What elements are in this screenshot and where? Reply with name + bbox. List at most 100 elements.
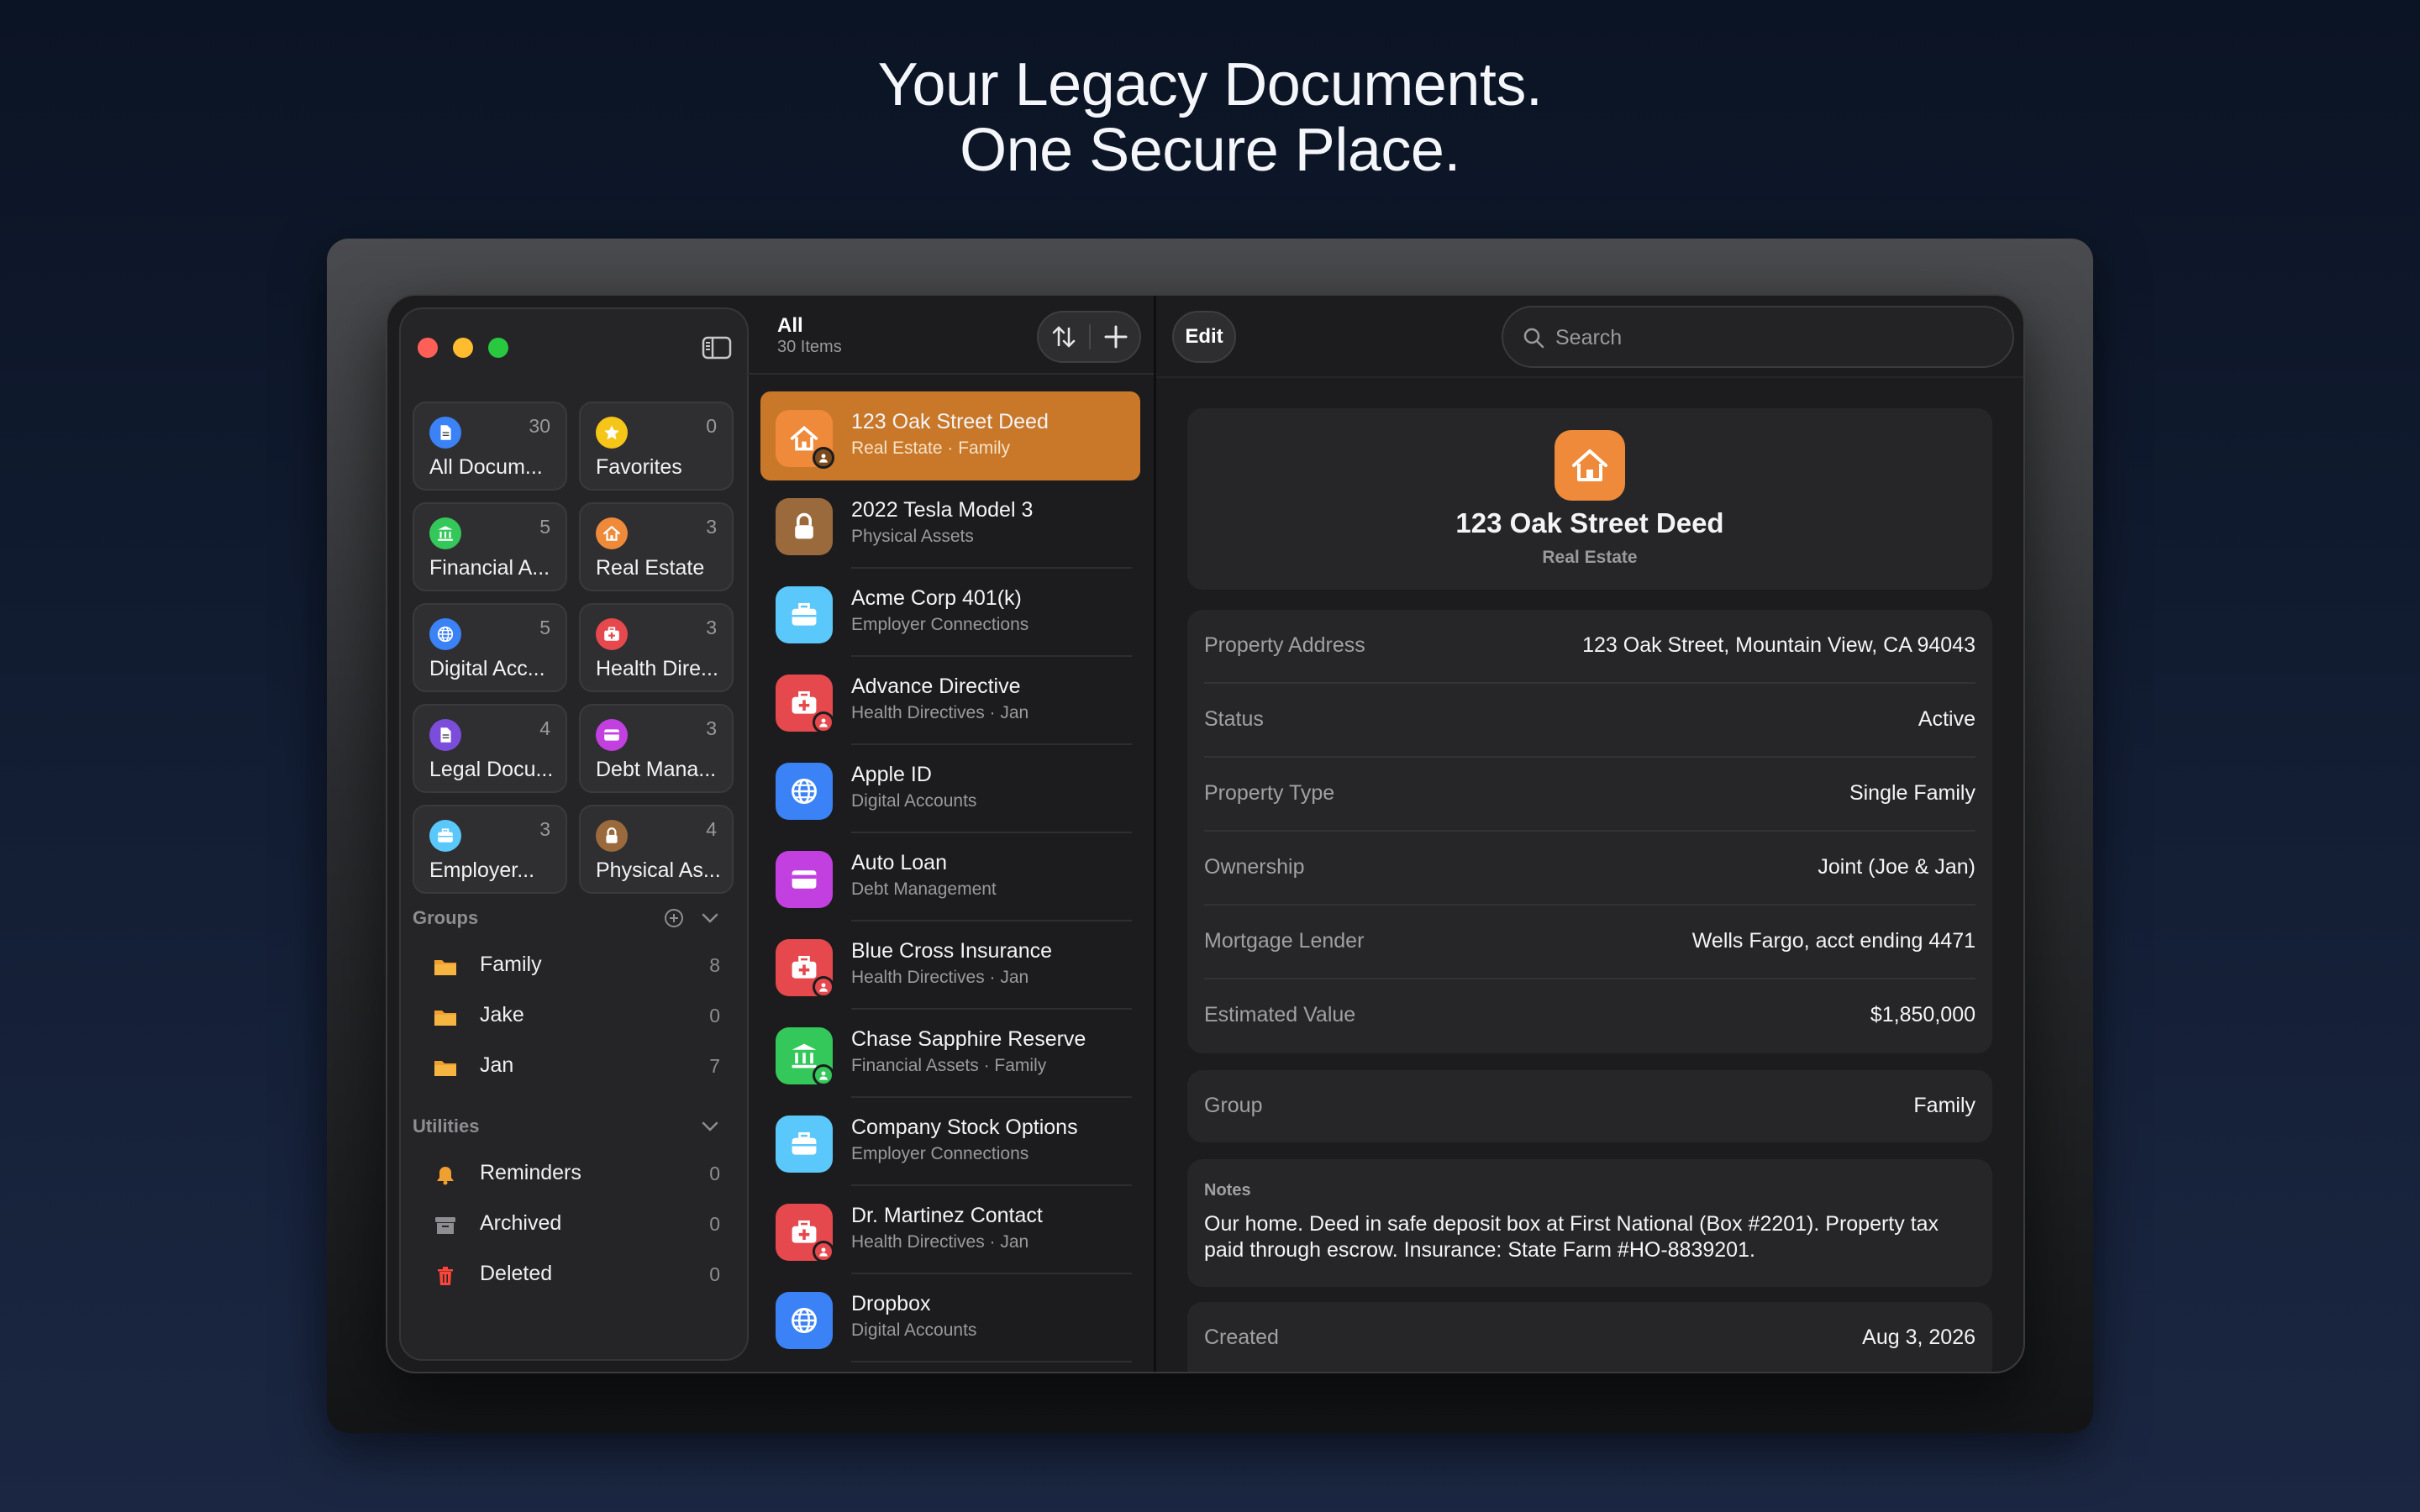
document-list-item[interactable]: Company Stock Options Employer Connectio… <box>760 1097 1140 1186</box>
category-count: 0 <box>706 415 717 437</box>
add-document-button[interactable] <box>1091 312 1141 361</box>
field-value: Single Family <box>1849 781 1975 805</box>
category-card[interactable]: 0 Favorites <box>579 402 734 491</box>
sidebar-toggle-icon <box>702 336 732 360</box>
headline-line-2: One Secure Place. <box>960 117 1460 184</box>
group-row[interactable]: Group Family <box>1187 1070 1992 1142</box>
list-item-count: 30 Items <box>777 338 842 356</box>
category-label: Favorites <box>596 455 682 479</box>
field-key: Property Type <box>1204 781 1335 805</box>
document-list-item[interactable]: Advance Directive Health Directives · Ja… <box>760 656 1140 745</box>
utility-label: Reminders <box>480 1161 581 1184</box>
category-card[interactable]: 3 Health Dire... <box>579 603 734 692</box>
utility-item[interactable]: Deleted 0 <box>421 1250 732 1297</box>
created-card: Created Aug 3, 2026 <box>1187 1302 1992 1372</box>
column-divider <box>1154 296 1156 1372</box>
document-list-item[interactable]: Dr. Martinez Contact Health Directives ·… <box>760 1185 1140 1274</box>
group-count: 0 <box>709 1005 720 1026</box>
category-card[interactable]: 3 Real Estate <box>579 502 734 591</box>
document-item-subtitle: Financial Assets · Family <box>851 1056 1047 1075</box>
category-card[interactable]: 4 Physical As... <box>579 805 734 894</box>
minimize-window-button[interactable] <box>453 338 473 358</box>
document-item-title: 123 Oak Street Deed <box>851 410 1049 433</box>
credit-card-icon <box>776 851 833 908</box>
app-window: 30 All Docum... 0 Favorites 5 Financial … <box>386 294 2025 1373</box>
category-label: Financial A... <box>429 556 550 580</box>
category-card[interactable]: 3 Employer... <box>413 805 567 894</box>
group-label: Jan <box>480 1053 514 1077</box>
category-count: 4 <box>539 717 550 739</box>
search-field[interactable] <box>1502 306 2014 368</box>
document-list-item[interactable]: Acme Corp 401(k) Employer Connections <box>760 568 1140 657</box>
utility-count: 0 <box>709 1163 720 1184</box>
list-header-divider <box>745 373 1157 375</box>
utilities-chevron-down-icon[interactable] <box>700 1119 720 1134</box>
group-item[interactable]: Family 8 <box>421 941 732 988</box>
field-key: Mortgage Lender <box>1204 929 1365 953</box>
group-card: Group Family <box>1187 1070 1992 1142</box>
category-count: 5 <box>539 617 550 638</box>
group-item[interactable]: Jake 0 <box>421 991 732 1038</box>
zoom-window-button[interactable] <box>488 338 508 358</box>
person-icon <box>813 447 834 469</box>
category-card[interactable]: 5 Digital Acc... <box>413 603 567 692</box>
document-list-item[interactable]: Apple ID Digital Accounts <box>760 744 1140 833</box>
document-list-item[interactable]: Chase Sapphire Reserve Financial Assets … <box>760 1009 1140 1098</box>
category-card[interactable]: 30 All Docum... <box>413 402 567 491</box>
plus-icon <box>1104 325 1128 349</box>
medical-kit-icon <box>596 618 628 650</box>
sort-button[interactable] <box>1039 312 1089 361</box>
lock-icon <box>776 498 833 555</box>
document-item-title: Dropbox <box>851 1292 931 1315</box>
field-key: Ownership <box>1204 855 1305 879</box>
search-input[interactable] <box>1554 321 1977 354</box>
document-list-item[interactable]: Dropbox Digital Accounts <box>760 1273 1140 1362</box>
edit-button[interactable]: Edit <box>1172 311 1236 363</box>
person-icon <box>813 711 834 733</box>
utility-label: Archived <box>480 1211 562 1235</box>
sidebar-toggle-button[interactable] <box>702 336 732 360</box>
category-count: 3 <box>706 717 717 739</box>
document-icon <box>429 417 461 449</box>
groups-heading: Groups <box>413 907 479 928</box>
add-group-icon[interactable] <box>663 907 685 929</box>
house-icon <box>1555 430 1625 501</box>
category-count: 3 <box>706 617 717 638</box>
notes-label: Notes <box>1204 1181 1251 1200</box>
document-item-title: Company Stock Options <box>851 1116 1078 1139</box>
utility-item[interactable]: Archived 0 <box>421 1200 732 1247</box>
document-item-subtitle: Health Directives · Jan <box>851 1232 1029 1252</box>
document-list-item[interactable]: 123 Oak Street Deed Real Estate · Family <box>760 391 1140 480</box>
field-value: 123 Oak Street, Mountain View, CA 94043 <box>1582 633 1975 657</box>
document-item-subtitle: Health Directives · Jan <box>851 968 1029 987</box>
field-value: Active <box>1918 707 1975 731</box>
document-item-subtitle: Employer Connections <box>851 615 1029 634</box>
document-category: Real Estate <box>1542 548 1638 567</box>
property-field-row: Status Active <box>1187 684 1992 758</box>
field-key: Status <box>1204 707 1264 731</box>
utility-item[interactable]: Reminders 0 <box>421 1149 732 1196</box>
category-count: 3 <box>539 818 550 840</box>
category-label: Health Dire... <box>596 657 718 680</box>
document-list-item[interactable]: 2022 Tesla Model 3 Physical Assets <box>760 480 1140 569</box>
document-item-title: Acme Corp 401(k) <box>851 586 1022 610</box>
group-item[interactable]: Jan 7 <box>421 1042 732 1089</box>
search-icon <box>1523 328 1544 349</box>
globe-icon <box>776 763 833 820</box>
category-card[interactable]: 4 Legal Docu... <box>413 704 567 793</box>
category-label: Real Estate <box>596 556 705 580</box>
document-list-item[interactable]: Blue Cross Insurance Health Directives ·… <box>760 921 1140 1010</box>
category-label: Physical As... <box>596 858 721 882</box>
star-icon <box>596 417 628 449</box>
category-card[interactable]: 5 Financial A... <box>413 502 567 591</box>
close-window-button[interactable] <box>418 338 438 358</box>
briefcase-icon <box>776 1116 833 1173</box>
category-card[interactable]: 3 Debt Mana... <box>579 704 734 793</box>
briefcase-icon <box>776 586 833 643</box>
notes-text: Our home. Deed in safe deposit box at Fi… <box>1204 1212 1939 1262</box>
document-list-item[interactable]: Auto Loan Debt Management <box>760 832 1140 921</box>
field-value: $1,850,000 <box>1870 1003 1975 1026</box>
groups-chevron-down-icon[interactable] <box>700 911 720 926</box>
group-count: 8 <box>709 954 720 976</box>
created-row: Created Aug 3, 2026 <box>1187 1302 1992 1372</box>
